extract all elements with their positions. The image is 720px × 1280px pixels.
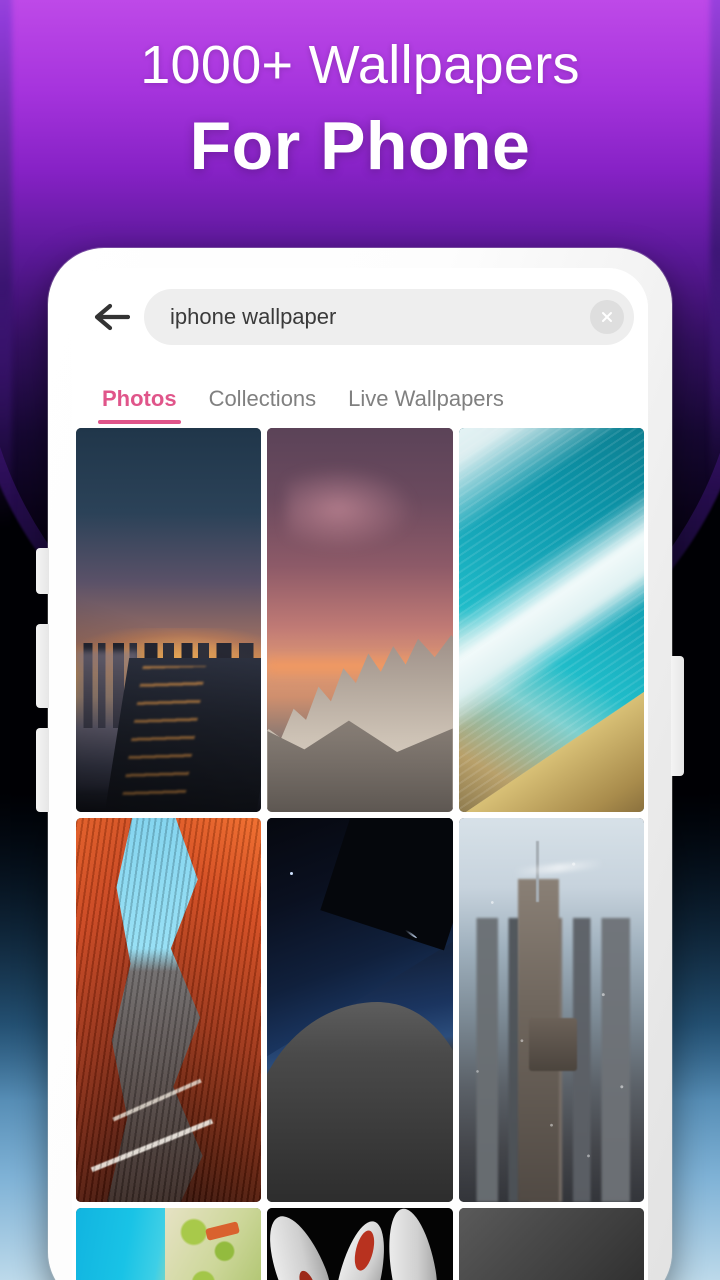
arrow-left-icon bbox=[94, 302, 130, 332]
tab-bar: Photos Collections Live Wallpapers bbox=[72, 366, 648, 424]
app-header: iphone wallpaper bbox=[72, 268, 648, 366]
tab-photos[interactable]: Photos bbox=[86, 386, 193, 424]
wallpaper-tile-rainy-window-city-skyline[interactable] bbox=[458, 818, 644, 1202]
wallpaper-tile-night-sky-sand-dune[interactable] bbox=[267, 818, 453, 1202]
wallpaper-thumbnail bbox=[76, 818, 262, 1202]
wallpaper-thumbnail bbox=[458, 1208, 644, 1280]
phone-volume-up-button[interactable] bbox=[36, 624, 49, 708]
phone-mockup: iphone wallpaper Photos Collections Live… bbox=[36, 248, 684, 1280]
headline-line-2: For Phone bbox=[189, 108, 531, 184]
wallpaper-tile-pink-sky-mountain-ridge[interactable] bbox=[267, 428, 453, 812]
wallpaper-tile-city-sunset-skyline[interactable] bbox=[76, 428, 262, 812]
wallpaper-tile-red-rock-canyon[interactable] bbox=[76, 818, 262, 1202]
wallpaper-thumbnail bbox=[267, 818, 453, 1202]
tab-collections[interactable]: Collections bbox=[193, 386, 333, 424]
wallpaper-thumbnail bbox=[458, 818, 644, 1202]
promo-screenshot: 1000+ Wallpapers For Phone iphone wallpa… bbox=[0, 0, 720, 1280]
tab-active-indicator bbox=[98, 420, 181, 424]
wallpaper-thumbnail bbox=[267, 428, 453, 812]
phone-volume-down-button[interactable] bbox=[36, 728, 49, 812]
phone-screen: iphone wallpaper Photos Collections Live… bbox=[72, 268, 648, 1280]
wallpaper-thumbnail bbox=[76, 428, 262, 812]
wallpaper-thumbnail bbox=[76, 1208, 262, 1280]
wallpaper-thumbnail bbox=[267, 1208, 453, 1280]
wallpaper-tile-turquoise-beach-aerial[interactable] bbox=[76, 1208, 262, 1280]
wallpaper-tile-aerial-ocean-wave-shore[interactable] bbox=[458, 428, 644, 812]
search-input-value[interactable]: iphone wallpaper bbox=[170, 304, 590, 330]
close-circle-icon bbox=[598, 308, 616, 326]
phone-silent-switch[interactable] bbox=[36, 548, 49, 594]
wallpaper-thumbnail bbox=[458, 428, 644, 812]
wallpaper-tile-dark-grey-gradient[interactable] bbox=[458, 1208, 644, 1280]
tab-photos-label: Photos bbox=[102, 386, 177, 411]
headline-line-1: 1000+ Wallpapers bbox=[140, 35, 580, 95]
wallpaper-grid bbox=[72, 424, 648, 1280]
wallpaper-tile-koi-fish-dark[interactable] bbox=[267, 1208, 453, 1280]
phone-power-button[interactable] bbox=[671, 656, 684, 776]
tab-live-wallpapers[interactable]: Live Wallpapers bbox=[332, 386, 520, 424]
promo-headline: 1000+ Wallpapers For Phone bbox=[0, 34, 720, 188]
tab-live-wallpapers-label: Live Wallpapers bbox=[348, 386, 504, 411]
tab-collections-label: Collections bbox=[208, 386, 317, 411]
search-input[interactable]: iphone wallpaper bbox=[144, 289, 634, 345]
clear-search-button[interactable] bbox=[590, 300, 624, 334]
back-button[interactable] bbox=[86, 291, 138, 343]
